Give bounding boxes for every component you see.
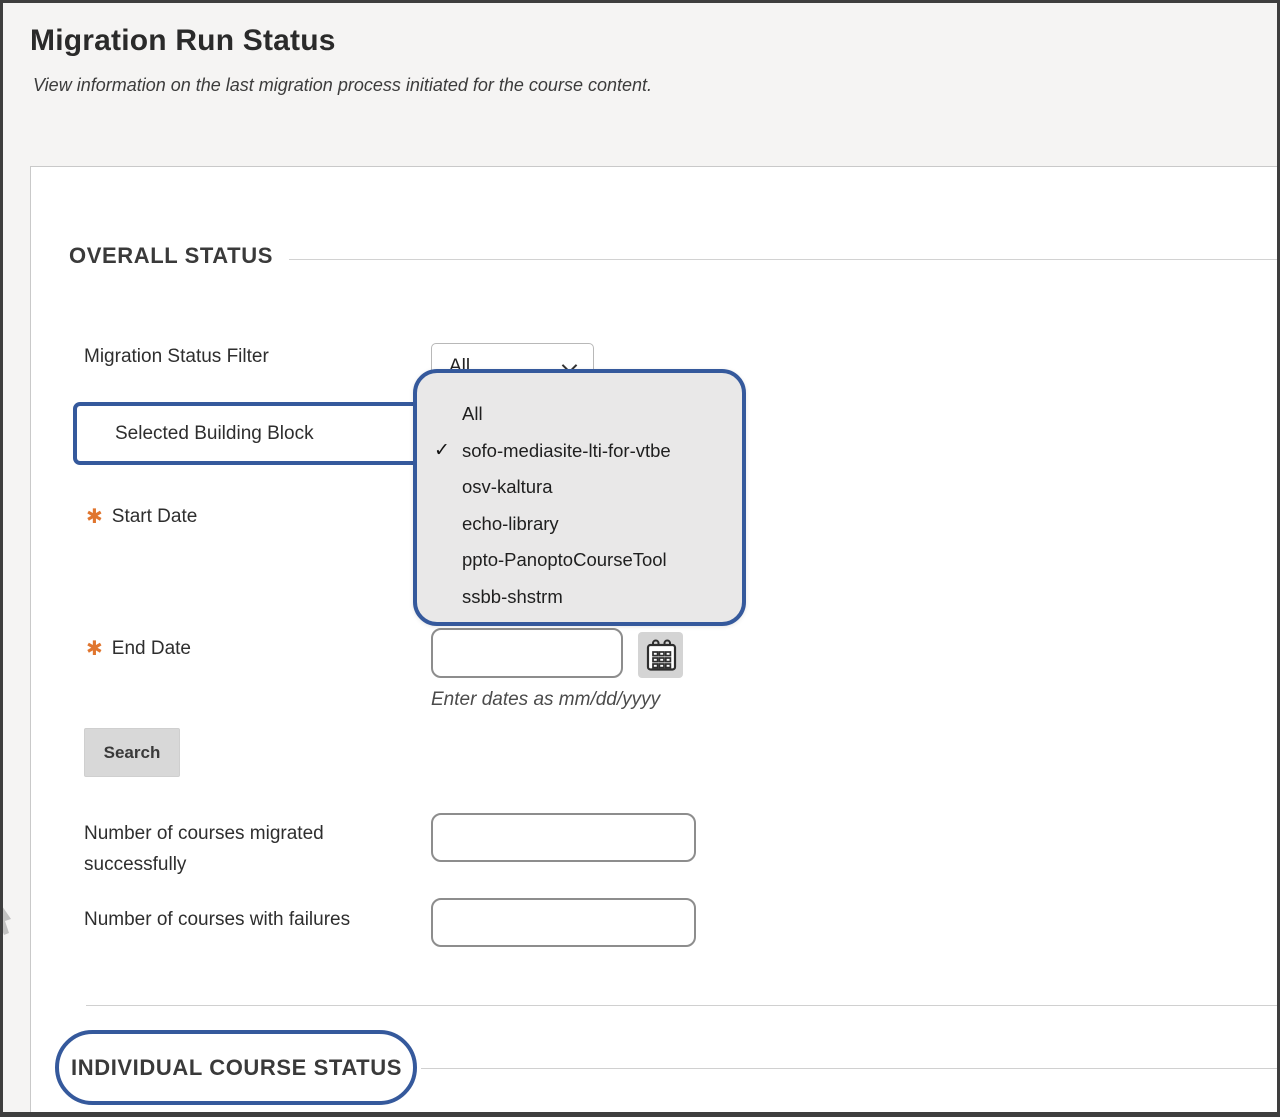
dropdown-option-label: echo-library — [462, 513, 559, 534]
end-date-calendar-button[interactable] — [638, 632, 683, 678]
screenshot-frame: Migration Run Status View information on… — [0, 0, 1280, 1117]
individual-course-status-heading: INDIVIDUAL COURSE STATUS — [71, 1055, 402, 1081]
start-date-row: ✱ Start Date — [86, 505, 197, 529]
calendar-icon — [643, 637, 679, 673]
required-asterisk-icon: ✱ — [86, 637, 103, 661]
dropdown-option-label: All — [462, 403, 483, 424]
courses-failures-label: Number of courses with failures — [84, 909, 350, 931]
individual-course-status-heading-rule — [421, 1068, 1280, 1069]
overall-status-heading: OVERALL STATUS — [69, 243, 273, 269]
courses-migrated-input[interactable] — [431, 813, 696, 862]
courses-failures-input[interactable] — [431, 898, 696, 947]
end-date-row: ✱ End Date — [86, 637, 191, 661]
dropdown-option-ssbb-shstrm[interactable]: ssbb-shstrm — [417, 579, 742, 616]
overall-status-panel: OVERALL STATUS Migration Status Filter A… — [30, 166, 1280, 1114]
dropdown-option-all[interactable]: All — [417, 396, 742, 433]
checkmark-icon: ✓ — [434, 433, 450, 470]
page-title: Migration Run Status — [30, 24, 336, 58]
dropdown-option-label: sofo-mediasite-lti-for-vtbe — [462, 440, 671, 461]
end-date-input[interactable] — [431, 628, 623, 678]
start-date-label: Start Date — [112, 505, 198, 529]
individual-course-status-highlight: INDIVIDUAL COURSE STATUS — [55, 1030, 417, 1105]
courses-migrated-label: Number of courses migrated successfully — [84, 818, 404, 880]
page-subtitle: View information on the last migration p… — [33, 75, 652, 96]
dropdown-option-echo-library[interactable]: echo-library — [417, 506, 742, 543]
search-button[interactable]: Search — [84, 728, 180, 777]
dropdown-option-ppto-panopto[interactable]: ppto-PanoptoCourseTool — [417, 542, 742, 579]
mouse-cursor-artifact — [0, 903, 14, 941]
date-format-hint: Enter dates as mm/dd/yyyy — [431, 689, 660, 711]
dropdown-option-label: ssbb-shstrm — [462, 586, 563, 607]
dropdown-option-sofo-mediasite[interactable]: ✓ sofo-mediasite-lti-for-vtbe — [417, 433, 742, 470]
overall-status-heading-rule — [289, 259, 1280, 260]
selected-building-block-label: Selected Building Block — [115, 423, 314, 445]
required-asterisk-icon: ✱ — [86, 505, 103, 529]
dropdown-option-label: osv-kaltura — [462, 476, 552, 497]
migration-status-filter-label: Migration Status Filter — [84, 346, 269, 368]
dropdown-option-osv-kaltura[interactable]: osv-kaltura — [417, 469, 742, 506]
dropdown-option-label: ppto-PanoptoCourseTool — [462, 549, 667, 570]
end-date-label: End Date — [112, 637, 191, 661]
section-divider — [86, 1005, 1280, 1006]
building-block-dropdown-menu: All ✓ sofo-mediasite-lti-for-vtbe osv-ka… — [413, 369, 746, 626]
